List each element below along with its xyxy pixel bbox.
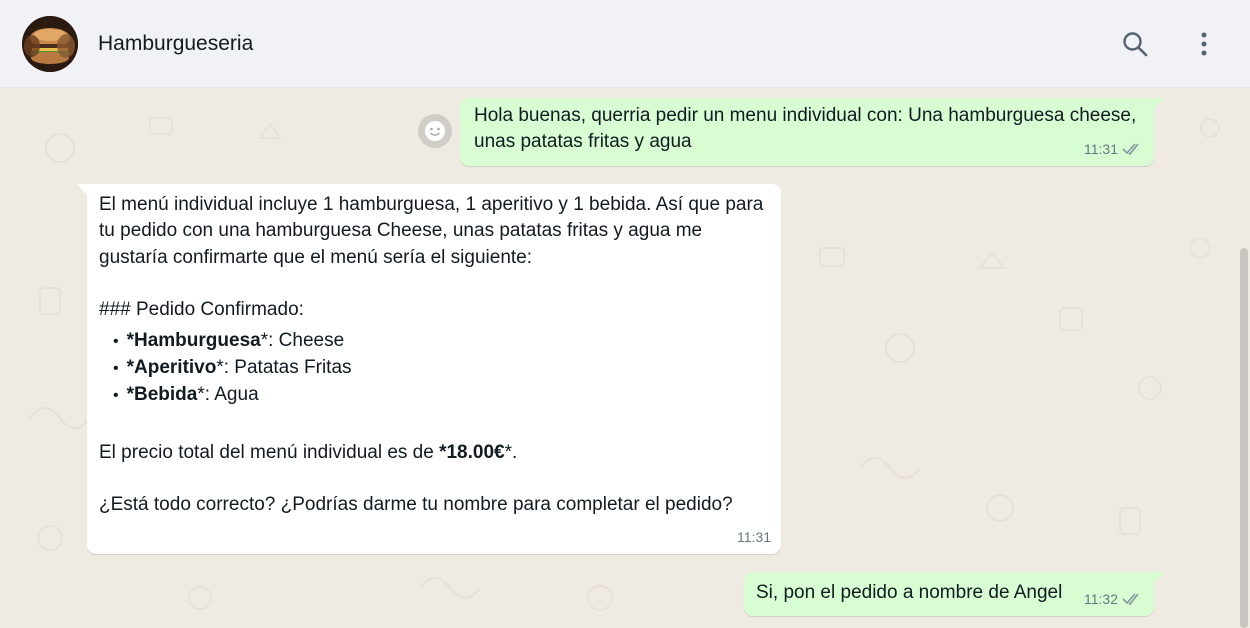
message-text: Si, pon el pedido a nombre de Angel xyxy=(756,582,1063,603)
item-label: *Hamburguesa xyxy=(126,329,261,351)
bubble-tail xyxy=(77,184,89,197)
message-meta: 11:32 xyxy=(1084,586,1144,612)
item-label: *Bebida xyxy=(126,384,198,406)
chat-area[interactable]: Hola buenas, querria pedir un menu indiv… xyxy=(0,88,1250,628)
item-value: *: Cheese xyxy=(260,329,345,351)
incoming-message[interactable]: El menú individual incluye 1 hamburguesa… xyxy=(77,184,781,554)
item-label: *Aperitivo xyxy=(126,357,217,379)
price-prefix: El precio total del menú individual es d… xyxy=(99,441,440,463)
burger-photo-icon xyxy=(22,16,78,72)
chat-header: Hamburgueseria xyxy=(0,0,1250,88)
message-time: 11:31 xyxy=(737,528,771,545)
bullet: • xyxy=(113,360,119,378)
outgoing-message[interactable]: Hola buenas, querria pedir un menu indiv… xyxy=(460,98,1164,166)
chat-scrollbar[interactable] xyxy=(1240,248,1248,628)
price-value: *18.00€ xyxy=(439,441,505,463)
bubble-tail xyxy=(1152,98,1164,111)
message-text: Hola buenas, querria pedir un menu indiv… xyxy=(474,105,1137,153)
double-check-icon xyxy=(1122,143,1139,155)
order-items-list: • *Hamburguesa*: Cheese • *Aperitivo*: P… xyxy=(99,328,767,410)
price-suffix: *. xyxy=(504,441,518,463)
list-item: • *Aperitivo*: Patatas Fritas xyxy=(113,355,767,382)
smiley-icon xyxy=(425,121,445,141)
contact-avatar[interactable] xyxy=(22,16,78,72)
list-item: • *Bebida*: Agua xyxy=(113,382,767,409)
bubble-tail xyxy=(1152,572,1164,585)
bullet: • xyxy=(113,332,119,350)
message-meta: 11:31 xyxy=(1084,136,1144,162)
emoji-reaction-button[interactable] xyxy=(418,114,452,148)
message-intro: El menú individual incluye 1 hamburguesa… xyxy=(99,194,764,268)
double-check-icon xyxy=(1122,593,1139,605)
list-item: • *Hamburguesa*: Cheese xyxy=(113,328,767,355)
message-time: 11:31 xyxy=(1084,140,1118,157)
outgoing-message[interactable]: Si, pon el pedido a nombre de Angel 11:3… xyxy=(744,572,1164,616)
price-line: El precio total del menú individual es d… xyxy=(99,440,767,466)
kebab-menu-icon[interactable] xyxy=(1188,28,1220,60)
message-question: ¿Está todo correcto? ¿Podrías darme tu n… xyxy=(99,494,733,516)
message-time: 11:32 xyxy=(1084,590,1118,607)
bullet: • xyxy=(113,387,119,405)
message-heading: ### Pedido Confirmado: xyxy=(99,299,304,321)
message-meta: 11:31 xyxy=(737,524,771,550)
search-icon[interactable] xyxy=(1119,28,1151,60)
chat-title[interactable]: Hamburgueseria xyxy=(98,32,253,56)
item-value: *: Agua xyxy=(197,384,259,406)
item-value: *: Patatas Fritas xyxy=(216,357,352,379)
